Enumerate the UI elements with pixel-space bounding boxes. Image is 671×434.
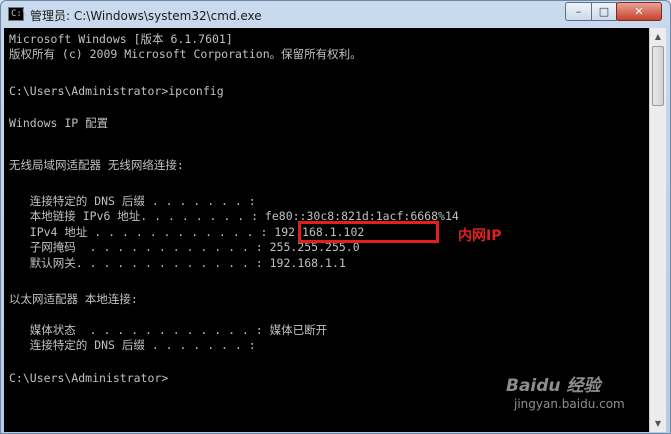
watermark-brand: Baidu 经验: [506, 376, 601, 396]
cmd-window: C:\ 管理员: C:\Windows\system32\cmd.exe – □…: [0, 0, 671, 434]
console-line: C:\Users\Administrator>ipconfig: [9, 84, 224, 98]
console-line: 默认网关. . . . . . . . . . . . . : 192.168.…: [9, 256, 346, 270]
console-line: 版权所有 (c) 2009 Microsoft Corporation。保留所有…: [9, 47, 362, 61]
console-line: C:\Users\Administrator>: [9, 371, 169, 385]
console-line: 媒体状态 . . . . . . . . . . . . : 媒体已断开: [9, 323, 328, 337]
title-bar[interactable]: C:\ 管理员: C:\Windows\system32\cmd.exe – □…: [1, 1, 670, 29]
console-line: Microsoft Windows [版本 6.1.7601]: [9, 32, 233, 46]
console-line: 连接特定的 DNS 后缀 . . . . . . . :: [9, 338, 256, 352]
minimize-button[interactable]: –: [565, 2, 592, 21]
console-line: 连接特定的 DNS 后缀 . . . . . . . :: [9, 194, 256, 208]
scrollbar-thumb[interactable]: [652, 46, 664, 106]
window-title: 管理员: C:\Windows\system32\cmd.exe: [30, 9, 262, 23]
watermark-url: jingyan.baidu.com: [514, 397, 625, 411]
scroll-up-arrow-icon[interactable]: ▲: [650, 28, 666, 45]
intranet-ip-label: 内网IP: [458, 228, 502, 244]
maximize-button[interactable]: □: [591, 2, 617, 21]
vertical-scrollbar[interactable]: ▲ ▼: [649, 28, 666, 432]
close-button[interactable]: ✕: [616, 2, 662, 21]
baidu-jingyan-watermark: Baidu 经验 jingyan.baidu.com: [506, 367, 641, 419]
console-line: 无线局域网适配器 无线网络连接:: [9, 158, 184, 172]
scroll-down-arrow-icon[interactable]: ▼: [650, 415, 666, 432]
cmd-app-icon[interactable]: C:\: [8, 7, 27, 21]
console-line: Windows IP 配置: [9, 116, 109, 130]
console-line: 以太网适配器 本地连接:: [9, 292, 138, 306]
ipv4-highlight-box: [298, 221, 439, 243]
